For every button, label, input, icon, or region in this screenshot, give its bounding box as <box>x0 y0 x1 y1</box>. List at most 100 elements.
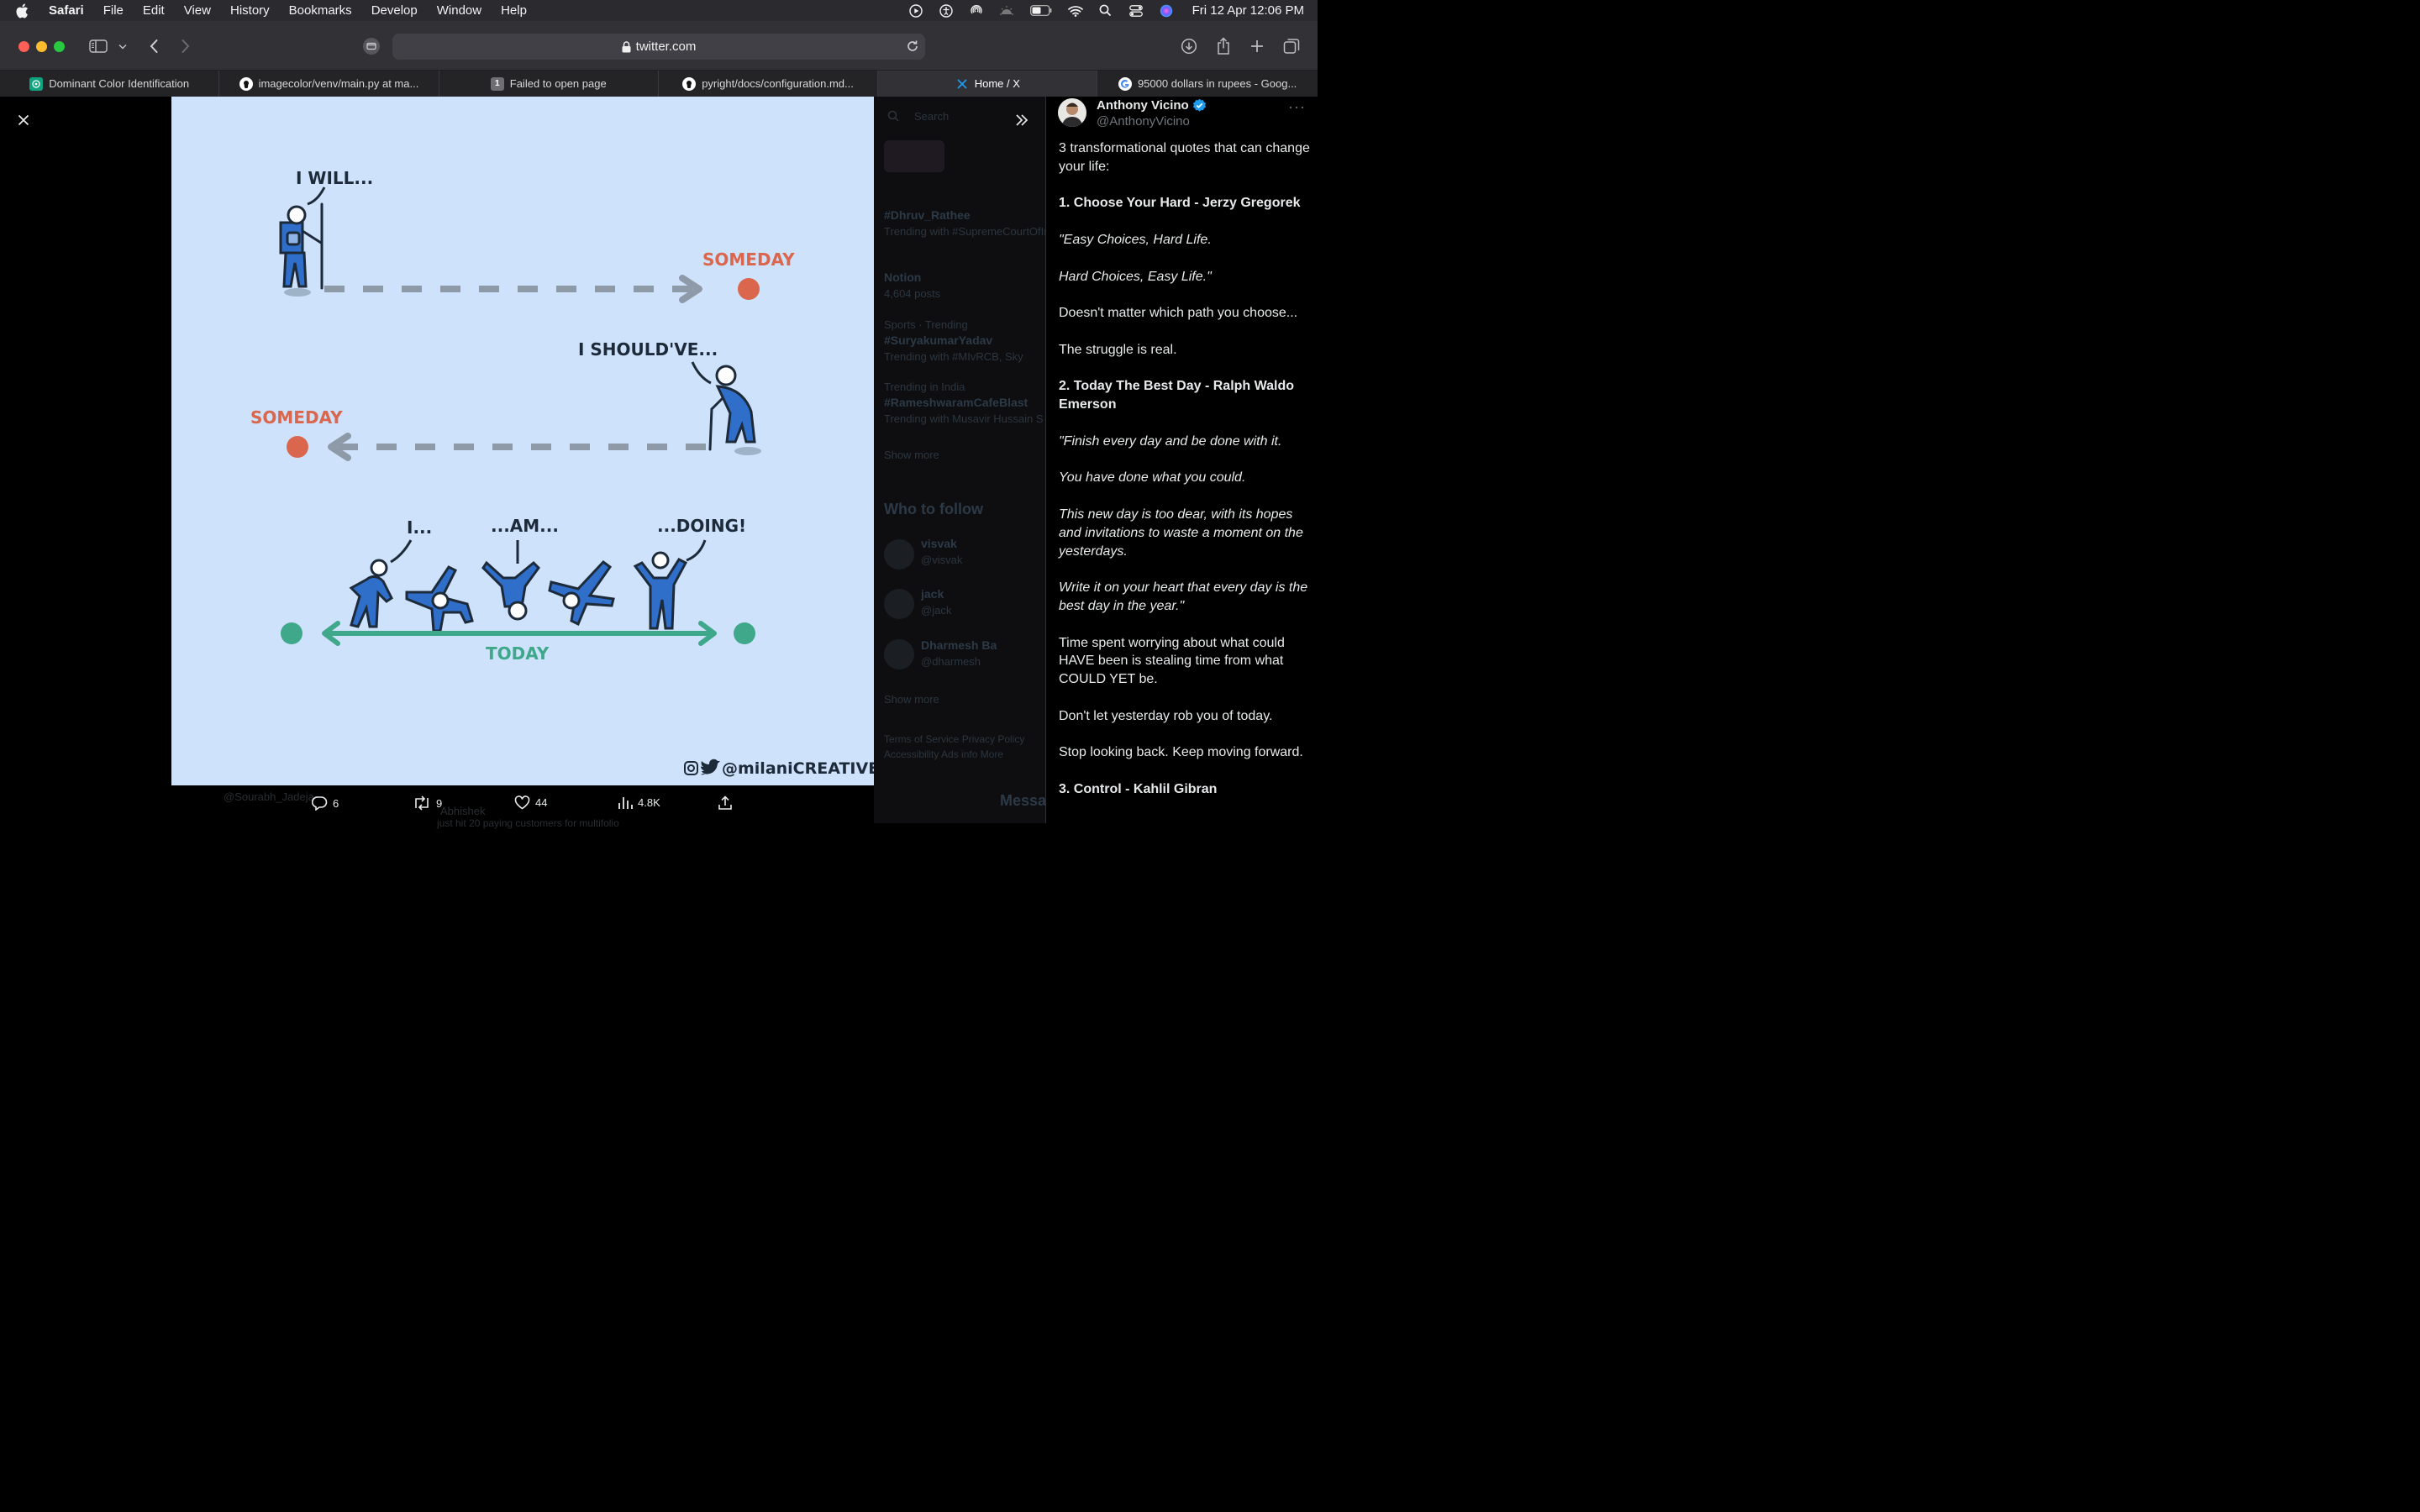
menu-app-name[interactable]: Safari <box>49 3 84 18</box>
sidebar-toggle-icon[interactable] <box>88 36 108 56</box>
today-dot-right <box>734 622 755 644</box>
row-today: I... ...AM... ...DOING! TODAY <box>281 516 755 664</box>
chatgpt-icon <box>29 76 44 91</box>
credit-text: @milaniCREATIVE <box>722 759 874 778</box>
like-count: 44 <box>535 796 548 809</box>
retweet-count: 9 <box>436 796 443 810</box>
share-upload-icon <box>718 795 733 811</box>
menu-history[interactable]: History <box>230 3 270 18</box>
tab-label: Dominant Color Identification <box>49 77 190 90</box>
tweet-paragraph: This new day is too dear, with its hopes… <box>1059 507 1303 559</box>
background-sidebar: Search #Dhruv_Rathee Trending with #Supr… <box>874 97 1045 823</box>
follow-name: jack <box>921 587 944 601</box>
dashed-arrow-right <box>324 275 709 303</box>
menu-edit[interactable]: Edit <box>143 3 165 18</box>
tweet-paragraph: 3 transformational quotes that can chang… <box>1059 141 1310 174</box>
views-button[interactable]: 4.8K <box>618 795 660 810</box>
address-bar[interactable]: twitter.com <box>392 34 925 60</box>
tab-label: Failed to open page <box>509 77 607 90</box>
who-to-follow-heading: Who to follow <box>884 501 983 517</box>
trend-thumbnail <box>884 140 944 172</box>
chevron-down-icon[interactable] <box>114 36 131 56</box>
apple-menu-icon[interactable] <box>15 3 35 18</box>
siri-icon[interactable] <box>1159 3 1174 18</box>
airdrop-icon[interactable] <box>969 3 984 18</box>
tweet-paragraph: "Finish every day and be done with it. <box>1059 433 1282 449</box>
expand-panel-icon[interactable] <box>1010 108 1034 132</box>
brightness-icon[interactable] <box>999 3 1014 18</box>
tweet-paragraph: Don't let yesterday rob you of today. <box>1059 708 1273 723</box>
forward-arrow-icon[interactable] <box>176 36 196 56</box>
retweet-icon <box>413 795 431 811</box>
background-post-user: Abhishek <box>440 805 486 817</box>
tab-pyright[interactable]: pyright/docs/configuration.md... <box>659 71 879 97</box>
today-label: TODAY <box>486 643 550 664</box>
avatar <box>884 639 914 669</box>
spotlight-search-icon[interactable] <box>1098 3 1113 18</box>
accessibility-icon[interactable] <box>939 3 954 18</box>
new-tab-plus-icon[interactable] <box>1247 36 1267 56</box>
illustration-canvas: I WILL... SOMEDAY I SHOULD'VE... SOMEDAY… <box>250 168 874 778</box>
reply-button[interactable]: 6 <box>312 795 339 811</box>
search-icon <box>887 110 899 124</box>
tab-label: imagecolor/venv/main.py at ma... <box>258 77 419 90</box>
tab-google-search[interactable]: 95000 dollars in rupees - Goog... <box>1097 71 1317 97</box>
tweet-image: I WILL... SOMEDAY I SHOULD'VE... SOMEDAY… <box>171 97 874 785</box>
retweet-button[interactable]: 9 <box>413 795 442 811</box>
reload-icon[interactable] <box>905 39 920 57</box>
wifi-icon[interactable] <box>1067 3 1083 18</box>
window-minimize-button[interactable] <box>36 41 47 52</box>
follow-handle: @jack <box>921 604 952 617</box>
tab-failed-page[interactable]: 1 Failed to open page <box>439 71 659 97</box>
show-more-link: Show more <box>884 449 939 461</box>
more-options-icon[interactable]: ··· <box>1288 98 1306 116</box>
tweet-paragraph: 2. Today The Best Day - Ralph Waldo Emer… <box>1059 379 1295 412</box>
lock-icon <box>622 40 631 53</box>
someday-label-right: SOMEDAY <box>702 249 795 270</box>
verified-badge-icon <box>1192 98 1207 113</box>
tweet-paragraph: 3. Control - Kahlil Gibran <box>1059 781 1218 796</box>
tweet-actions-bar: @Sourabh_Jadeja Abhishek just hit 20 pay… <box>171 785 874 829</box>
privacy-report-icon[interactable] <box>361 36 381 56</box>
window-zoom-button[interactable] <box>54 41 65 52</box>
footer-links: Accessibility Ads info More <box>884 748 1004 760</box>
tweet-paragraph: "Easy Choices, Hard Life. <box>1059 232 1212 247</box>
someday-dot <box>287 436 308 458</box>
trend-tag: #SuryakumarYadav <box>884 333 993 347</box>
github-icon <box>682 76 697 91</box>
avatar[interactable] <box>1058 98 1086 127</box>
downloads-icon[interactable] <box>1179 36 1199 56</box>
background-username: @Sourabh_Jadeja <box>224 790 314 803</box>
like-button[interactable]: 44 <box>514 795 547 810</box>
browser-toolbar: twitter.com <box>0 21 1318 71</box>
play-circle-icon[interactable] <box>908 3 923 18</box>
tab-label: 95000 dollars in rupees - Goog... <box>1137 77 1297 90</box>
artist-credit: @milaniCREATIVE <box>684 759 874 778</box>
menubar-clock[interactable]: Fri 12 Apr 12:06 PM <box>1192 3 1304 18</box>
back-arrow-icon[interactable] <box>144 36 164 56</box>
battery-icon[interactable] <box>1029 3 1053 18</box>
share-icon[interactable] <box>1213 36 1234 56</box>
tab-overview-icon[interactable] <box>1281 36 1302 56</box>
follow-name: visvak <box>921 537 957 550</box>
author-name[interactable]: Anthony Vicino <box>1097 98 1207 113</box>
tab-imagecolor[interactable]: imagecolor/venv/main.py at ma... <box>219 71 439 97</box>
menu-view[interactable]: View <box>184 3 211 18</box>
author-handle[interactable]: @AnthonyVicino <box>1097 114 1190 129</box>
menu-develop[interactable]: Develop <box>371 3 418 18</box>
control-center-icon[interactable] <box>1128 3 1144 18</box>
menu-file[interactable]: File <box>103 3 124 18</box>
trend-category: Sports · Trending <box>884 318 968 331</box>
heart-icon <box>514 795 530 810</box>
menu-window[interactable]: Window <box>437 3 481 18</box>
window-close-button[interactable] <box>18 41 29 52</box>
menu-help[interactable]: Help <box>501 3 527 18</box>
menu-bookmarks[interactable]: Bookmarks <box>289 3 352 18</box>
close-icon[interactable] <box>12 108 35 132</box>
views-count: 4.8K <box>638 796 660 809</box>
tweet-paragraph: The struggle is real. <box>1059 342 1177 357</box>
trend-sub: Trending with #MIvRCB, Sky <box>884 350 1023 363</box>
share-button[interactable] <box>718 795 738 811</box>
tab-dominant-color[interactable]: Dominant Color Identification <box>0 71 220 97</box>
tab-home-x[interactable]: Home / X <box>878 71 1098 97</box>
